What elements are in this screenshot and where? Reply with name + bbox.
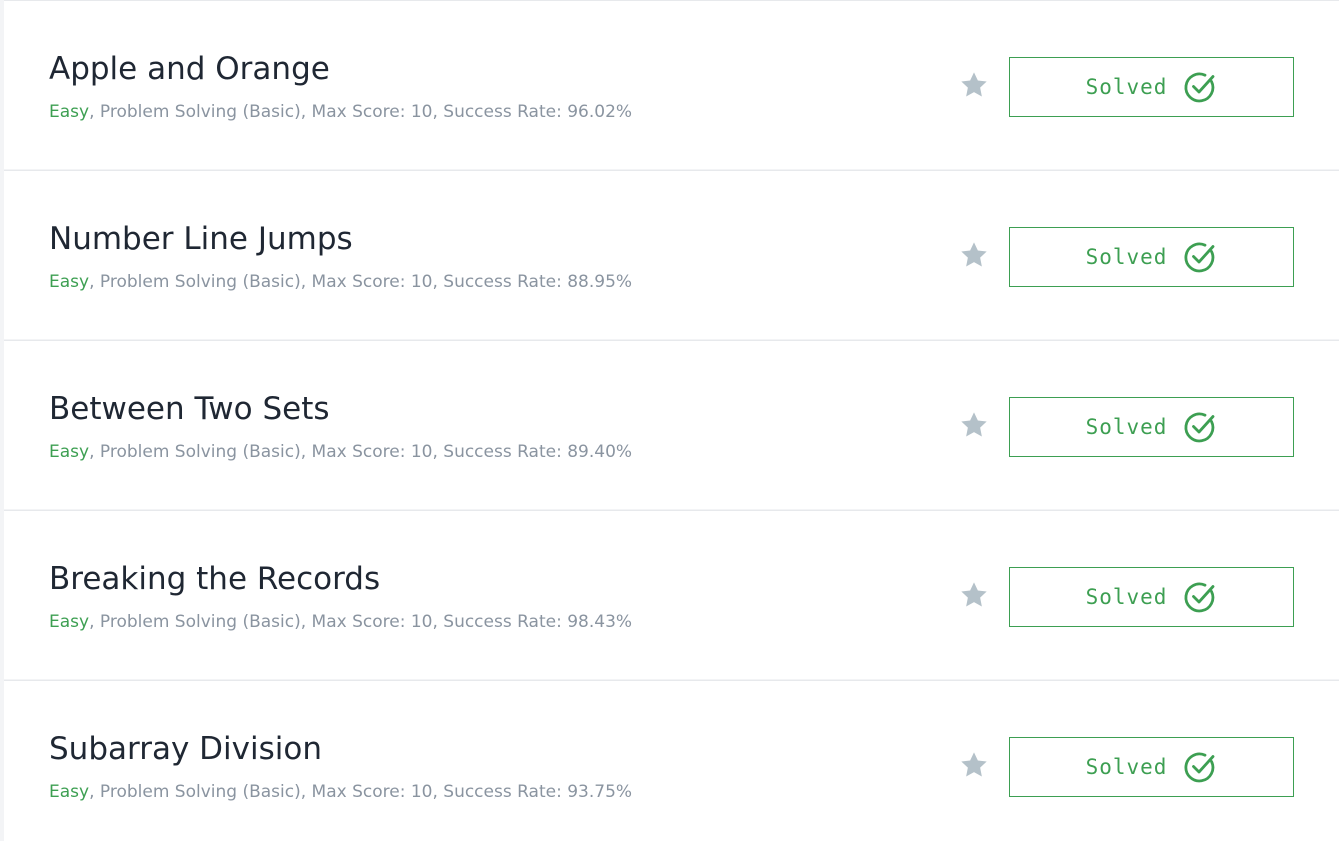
solved-button[interactable]: Solved [1009,567,1294,627]
check-circle-icon [1184,582,1215,613]
challenge-meta: Easy, Problem Solving (Basic), Max Score… [49,271,632,293]
star-icon[interactable] [958,749,990,781]
challenge-meta: Easy, Problem Solving (Basic), Max Score… [49,611,632,633]
difficulty-label: Easy [49,612,90,632]
challenge-card[interactable]: Apple and Orange Easy, Problem Solving (… [4,0,1339,169]
check-circle-icon [1184,242,1215,273]
difficulty-label: Easy [49,272,90,292]
star-icon[interactable] [958,239,990,271]
challenge-meta: Easy, Problem Solving (Basic), Max Score… [49,441,632,463]
solved-button-label: Solved [1085,245,1168,269]
challenge-card[interactable]: Subarray Division Easy, Problem Solving … [4,680,1339,841]
solved-button[interactable]: Solved [1009,57,1294,117]
star-icon[interactable] [958,409,990,441]
challenge-title[interactable]: Breaking the Records [49,559,380,599]
challenge-title[interactable]: Between Two Sets [49,389,330,429]
solved-button-label: Solved [1085,585,1168,609]
challenge-list: Apple and Orange Easy, Problem Solving (… [4,0,1339,841]
check-circle-icon [1184,412,1215,443]
challenge-title[interactable]: Subarray Division [49,729,322,769]
star-icon[interactable] [958,579,990,611]
challenge-meta: Easy, Problem Solving (Basic), Max Score… [49,101,632,123]
difficulty-label: Easy [49,442,90,462]
star-icon[interactable] [958,69,990,101]
difficulty-label: Easy [49,782,90,802]
solved-button-label: Solved [1085,755,1168,779]
solved-button-label: Solved [1085,75,1168,99]
challenge-meta: Easy, Problem Solving (Basic), Max Score… [49,781,632,803]
challenge-details: , Problem Solving (Basic), Max Score: 10… [89,612,633,632]
solved-button[interactable]: Solved [1009,397,1294,457]
solved-button[interactable]: Solved [1009,737,1294,797]
challenge-title[interactable]: Apple and Orange [49,49,330,89]
challenge-details: , Problem Solving (Basic), Max Score: 10… [89,102,633,122]
challenge-details: , Problem Solving (Basic), Max Score: 10… [89,782,633,802]
challenge-card[interactable]: Breaking the Records Easy, Problem Solvi… [4,510,1339,679]
check-circle-icon [1184,72,1215,103]
challenge-details: , Problem Solving (Basic), Max Score: 10… [89,442,633,462]
challenge-details: , Problem Solving (Basic), Max Score: 10… [89,272,633,292]
challenge-title[interactable]: Number Line Jumps [49,219,353,259]
difficulty-label: Easy [49,102,90,122]
solved-button[interactable]: Solved [1009,227,1294,287]
solved-button-label: Solved [1085,415,1168,439]
challenge-card[interactable]: Between Two Sets Easy, Problem Solving (… [4,340,1339,509]
check-circle-icon [1184,752,1215,783]
challenge-card[interactable]: Number Line Jumps Easy, Problem Solving … [4,170,1339,339]
